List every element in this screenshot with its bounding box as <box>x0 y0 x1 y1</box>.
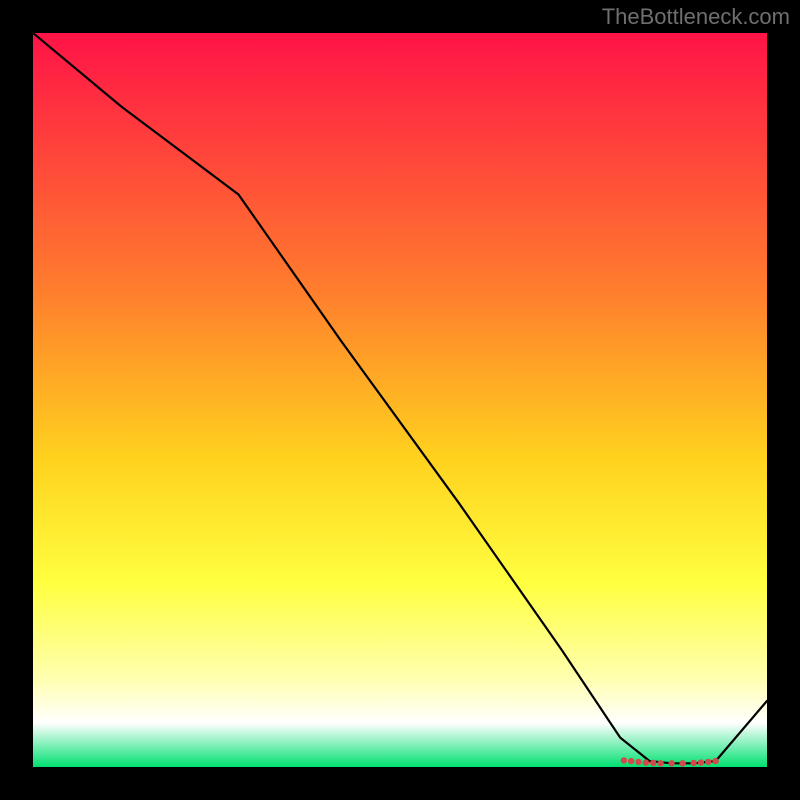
marker-dot <box>690 760 696 766</box>
marker-dot <box>657 760 663 766</box>
chart-svg <box>33 33 767 767</box>
marker-dot <box>668 760 674 766</box>
marker-dot <box>635 759 641 765</box>
chart-stage: TheBottleneck.com <box>0 0 800 800</box>
marker-dot <box>650 760 656 766</box>
marker-dot <box>712 758 718 764</box>
marker-dot <box>679 760 685 766</box>
marker-dot <box>705 759 711 765</box>
watermark-text: TheBottleneck.com <box>602 4 790 30</box>
marker-dot <box>643 759 649 765</box>
marker-dot <box>698 759 704 765</box>
plot-area <box>33 33 767 767</box>
gradient-bg <box>33 33 767 767</box>
marker-dot <box>621 757 627 763</box>
marker-dot <box>628 758 634 764</box>
